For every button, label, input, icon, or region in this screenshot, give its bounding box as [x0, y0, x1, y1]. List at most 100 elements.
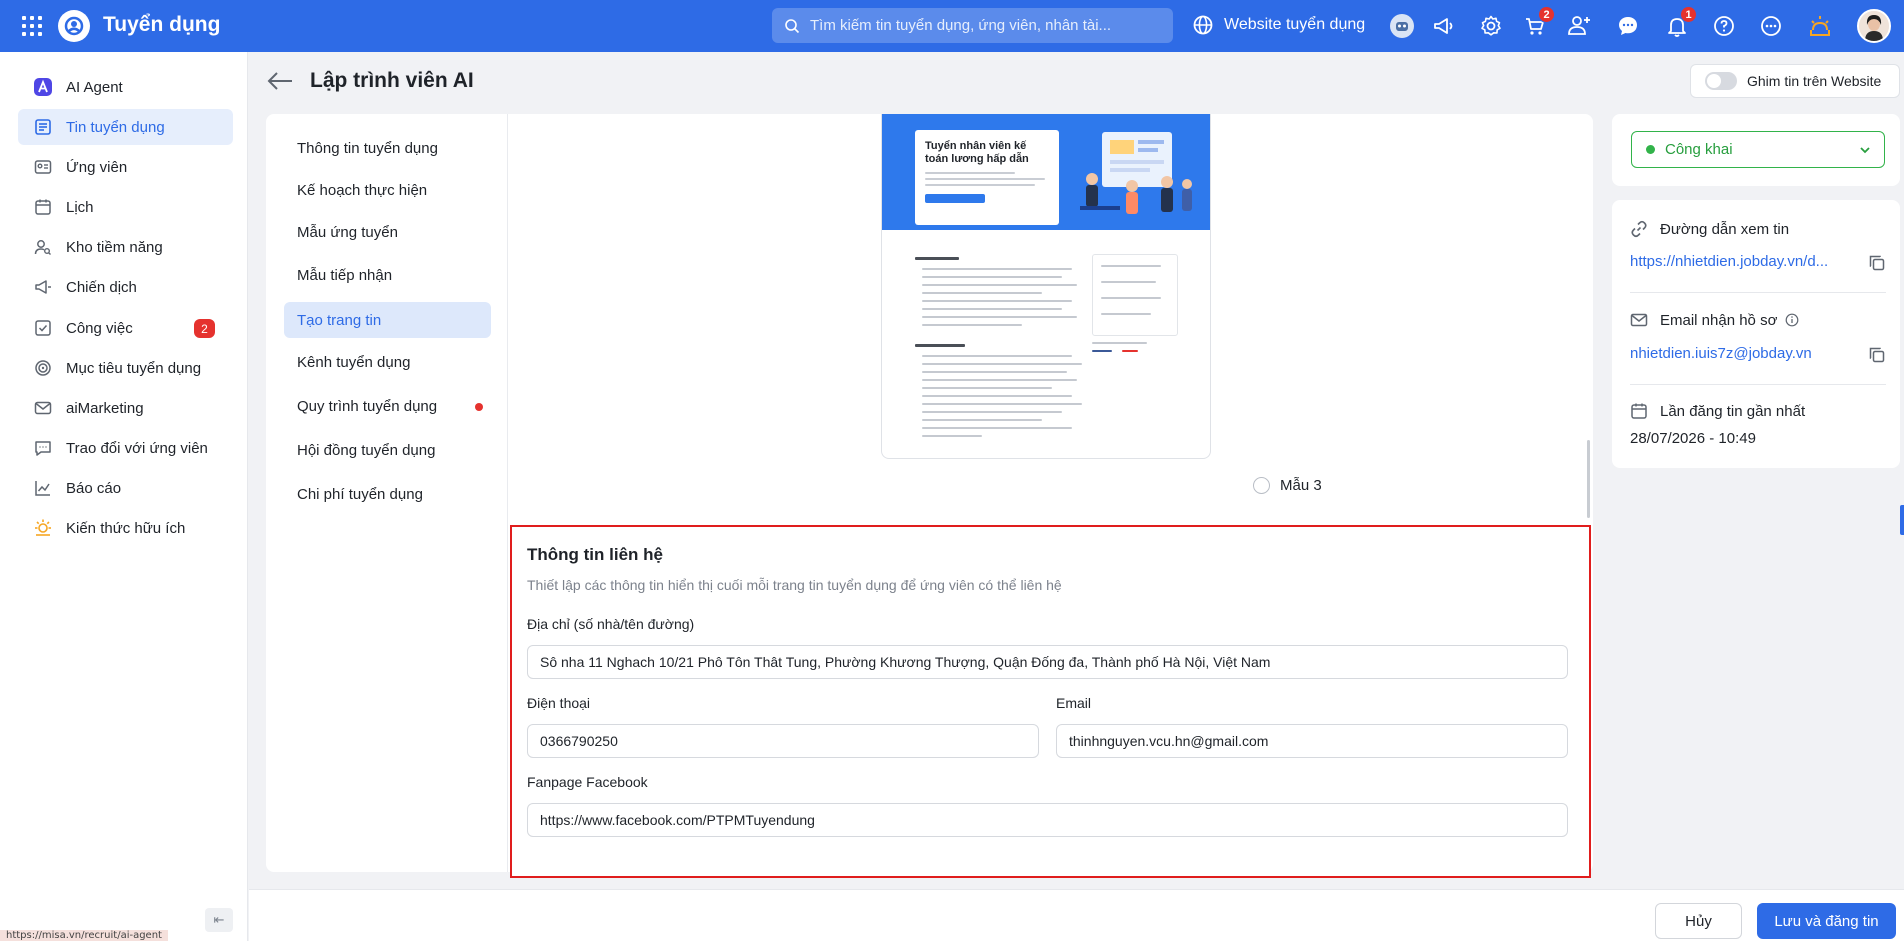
scrollbar[interactable] [1587, 440, 1590, 518]
notification-bell-icon[interactable]: 1 [1663, 6, 1697, 40]
sidebar-item-label: Lịch [66, 198, 94, 216]
side-edge-tab[interactable] [1900, 505, 1904, 535]
pin-website-toggle[interactable]: Ghim tin trên Website [1690, 64, 1900, 98]
sidebar-item-kien-thuc[interactable]: Kiến thức hữu ích [18, 510, 233, 546]
subnav-chi-phi[interactable]: Chi phí tuyển dụng [284, 476, 491, 512]
info-icon[interactable] [1785, 313, 1799, 327]
subnav-label: Quy trình tuyển dụng [297, 397, 438, 415]
chat-bubble-icon[interactable] [1614, 12, 1642, 40]
back-arrow-icon[interactable] [266, 70, 296, 94]
app-title: Tuyển dụng [103, 13, 221, 36]
user-search-icon [33, 237, 53, 257]
status-value: Công khai [1665, 141, 1733, 158]
template-title: Tuyển nhân viên kế toán lương hấp dẫn [925, 140, 1029, 165]
robot-avatar-icon[interactable] [1388, 12, 1416, 40]
subnav-kenh-tuyen-dung[interactable]: Kênh tuyển dụng [284, 344, 491, 380]
sidebar-item-label: Báo cáo [66, 479, 122, 497]
subnav-label: Thông tin tuyển dụng [297, 139, 438, 157]
last-post-heading: Lần đăng tin gần nhất [1630, 402, 1805, 420]
email-field[interactable]: thinhnguyen.vcu.hn@gmail.com [1056, 724, 1568, 758]
sidebar-item-trao-doi[interactable]: Trao đổi với ứng viên [18, 430, 233, 466]
search-icon [785, 18, 800, 33]
chevron-down-icon [1860, 147, 1870, 154]
subnav-label: Tạo trang tin [297, 311, 382, 329]
ai-agent-icon [33, 77, 53, 97]
toggle-switch[interactable] [1705, 72, 1737, 90]
facebook-value: https://www.facebook.com/PTPMTuyendung [540, 812, 815, 828]
brand-logo [58, 10, 90, 42]
cancel-button[interactable]: Hủy [1655, 903, 1742, 939]
subnav-label: Kế hoạch thực hiện [297, 181, 428, 199]
subnav-ke-hoach[interactable]: Kế hoạch thực hiện [284, 172, 491, 208]
app-grid-icon[interactable] [22, 16, 42, 36]
status-dot [1646, 145, 1655, 154]
collapse-sidebar-button[interactable]: ⇤ [205, 908, 233, 932]
address-value: Sô nha 11 Nghach 10/21 Phô Tôn Thât Tung… [540, 654, 1271, 670]
status-dropdown[interactable]: Công khai [1631, 131, 1885, 168]
template-radio-mau-3[interactable]: Mẫu 3 [1253, 477, 1322, 494]
email-heading: Email nhận hồ sơ [1630, 311, 1811, 329]
copy-icon[interactable] [1868, 346, 1886, 364]
lightbulb-icon [33, 518, 53, 538]
view-link-heading: Đường dẫn xem tin [1630, 220, 1789, 238]
target-icon [33, 358, 53, 378]
subnav-hoi-dong[interactable]: Hội đồng tuyển dụng [284, 432, 491, 468]
radio-button[interactable] [1253, 477, 1270, 494]
template-section-heading [915, 257, 959, 260]
chat-icon [33, 438, 53, 458]
sidebar-item-label: aiMarketing [66, 399, 144, 417]
sunrise-icon[interactable] [1806, 12, 1834, 40]
sidebar-item-bao-cao[interactable]: Báo cáo [18, 470, 233, 506]
copy-icon[interactable] [1868, 254, 1886, 272]
sidebar-item-ai-agent[interactable]: AI Agent [18, 69, 233, 105]
team-illustration [1080, 132, 1192, 214]
settings-gear-icon[interactable] [1477, 12, 1505, 40]
cart-badge: 2 [1538, 6, 1555, 23]
save-and-post-button[interactable]: Lưu và đăng tin [1757, 903, 1896, 939]
status-panel: Công khai [1612, 114, 1900, 186]
template-preview[interactable]: Tuyển nhân viên kế toán lương hấp dẫn [881, 114, 1211, 459]
subnav-quy-trinh[interactable]: Quy trình tuyển dụng [284, 388, 491, 424]
sidebar-item-label: Mục tiêu tuyển dụng [66, 359, 202, 377]
view-link-url[interactable]: https://nhietdien.jobday.vn/d... [1630, 253, 1858, 270]
more-options-icon[interactable] [1757, 12, 1785, 40]
help-icon[interactable] [1710, 12, 1738, 40]
user-avatar[interactable] [1857, 9, 1891, 43]
sidebar-item-ung-vien[interactable]: Ứng viên [18, 149, 233, 185]
sidebar: AI Agent Tin tuyển dụng Ứng viên Lịch Kh… [0, 52, 248, 941]
template-hero-card: Tuyển nhân viên kế toán lương hấp dẫn [915, 130, 1059, 225]
post-info-panel: Đường dẫn xem tin https://nhietdien.jobd… [1612, 200, 1900, 468]
website-link[interactable]: Website tuyển dụng [1192, 14, 1365, 36]
email-receive-value[interactable]: nhietdien.iuis7z@jobday.vn [1630, 345, 1858, 362]
search-input[interactable]: Tìm kiếm tin tuyển dụng, ứng viên, nhân … [772, 8, 1173, 43]
divider [1630, 384, 1886, 385]
calendar-icon [1631, 403, 1647, 419]
subnav-thong-tin[interactable]: Thông tin tuyển dụng [284, 130, 491, 166]
sidebar-badge: 2 [194, 319, 215, 338]
subnav-label: Mẫu tiếp nhận [297, 266, 393, 284]
address-label: Địa chỉ (số nhà/tên đường) [527, 616, 695, 632]
subnav-label: Mẫu ứng tuyển [297, 223, 398, 241]
sidebar-item-kho-tiem-nang[interactable]: Kho tiềm năng [18, 229, 233, 265]
sidebar-item-lich[interactable]: Lịch [18, 189, 233, 225]
notification-badge: 1 [1680, 6, 1697, 23]
subnav-mau-tiep-nhan[interactable]: Mẫu tiếp nhận [284, 257, 491, 293]
facebook-field[interactable]: https://www.facebook.com/PTPMTuyendung [527, 803, 1568, 837]
phone-field[interactable]: 0366790250 [527, 724, 1039, 758]
megaphone-icon[interactable] [1430, 12, 1458, 40]
sidebar-item-chien-dich[interactable]: Chiến dịch [18, 269, 233, 305]
subnav-mau-ung-tuyen[interactable]: Mẫu ứng tuyển [284, 214, 491, 250]
subnav-tao-trang-tin[interactable]: Tạo trang tin [284, 302, 491, 338]
sidebar-item-muc-tieu[interactable]: Mục tiêu tuyển dụng [18, 350, 233, 386]
sub-navigation: Thông tin tuyển dụng Kế hoạch thực hiện … [266, 114, 508, 872]
address-field[interactable]: Sô nha 11 Nghach 10/21 Phô Tôn Thât Tung… [527, 645, 1568, 679]
link-icon [1631, 220, 1647, 238]
add-user-icon[interactable] [1565, 12, 1593, 40]
sidebar-item-cong-viec[interactable]: Công việc 2 [18, 310, 233, 346]
subnav-label: Hội đồng tuyển dụng [297, 441, 436, 459]
pin-label: Ghim tin trên Website [1747, 73, 1882, 89]
sidebar-item-tin-tuyen-dung[interactable]: Tin tuyển dụng [18, 109, 233, 145]
sidebar-item-aimarketing[interactable]: aiMarketing [18, 390, 233, 426]
collapse-icon: ⇤ [213, 912, 225, 927]
cart-icon[interactable]: 2 [1521, 6, 1555, 40]
